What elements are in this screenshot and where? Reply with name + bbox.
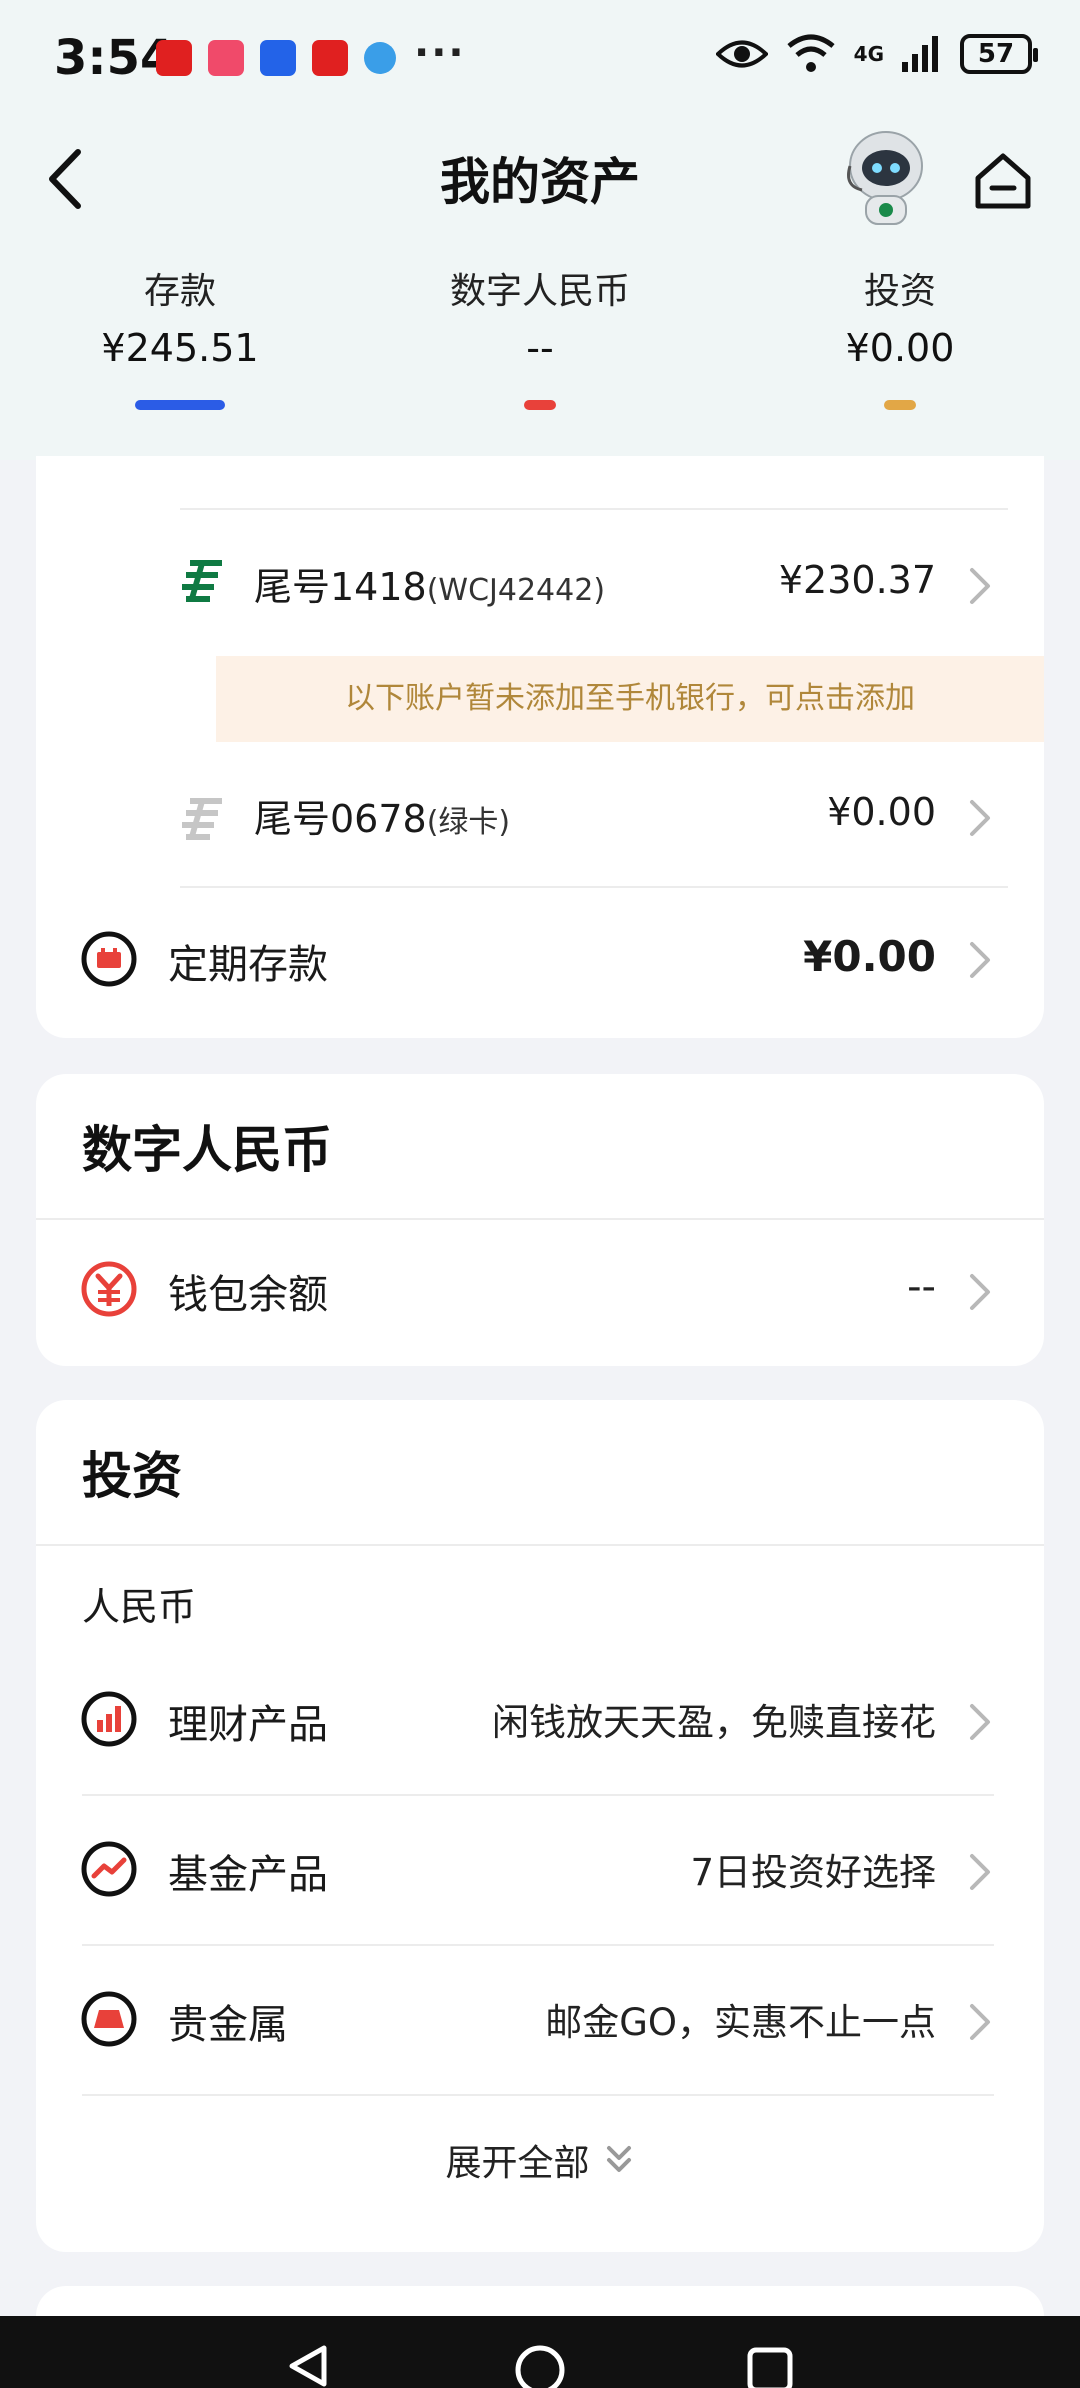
divider <box>82 2094 994 2096</box>
tab-deposit[interactable]: 存款 ¥245.51 <box>80 262 280 410</box>
wifi-icon <box>787 34 835 72</box>
fund-product-desc: 7日投资好选择 <box>690 1851 936 1894</box>
fixed-deposit-icon <box>81 931 137 987</box>
tab-digital-rmb-label: 数字人民币 <box>449 271 630 312</box>
account-row-0678[interactable]: 尾号0678(绿卡) ¥0.00 <box>36 742 1044 882</box>
robot-avatar-icon[interactable] <box>840 126 932 230</box>
tab-digital-rmb-value: -- <box>526 326 554 370</box>
chevron-right-icon <box>970 1704 990 1740</box>
add-account-notice[interactable]: 以下账户暂未添加至手机银行，可点击添加 <box>216 656 1044 742</box>
chevron-right-icon <box>970 800 990 836</box>
chevron-right-icon <box>970 942 990 978</box>
tab-deposit-value: ¥245.51 <box>101 326 259 370</box>
tab-digital-rmb-indicator <box>524 400 556 410</box>
fund-product-icon <box>81 1841 137 1897</box>
voice-app-icon <box>260 40 296 76</box>
account-row-1418[interactable]: 尾号1418(WCJ42442) ¥230.37 <box>36 510 1044 660</box>
more-notifications-icon: ··· <box>414 30 466 76</box>
signal-icon <box>902 36 938 72</box>
wealth-product-icon <box>81 1691 137 1747</box>
fund-product-label: 基金产品 <box>168 1852 328 1898</box>
status-indicators: 4G 57 <box>715 34 1038 74</box>
huawei-app-icon <box>156 40 192 76</box>
postal-bank-logo-icon <box>182 798 222 840</box>
expand-all-label: 展开全部 <box>445 2143 590 2184</box>
investment-title: 投资 <box>82 1447 182 1505</box>
wallet-balance-row[interactable]: 钱包余额 -- <box>36 1220 1044 1360</box>
account-amount: ¥0.00 <box>827 790 936 834</box>
chevron-right-icon <box>970 1854 990 1890</box>
digital-rmb-card: 数字人民币 钱包余额 -- <box>36 1074 1044 1366</box>
chevron-right-icon <box>970 1274 990 1310</box>
precious-metal-row[interactable]: 贵金属 邮金GO，实惠不止一点 <box>36 1946 1044 2094</box>
fixed-deposit-amount: ¥0.00 <box>803 932 936 981</box>
battery-icon: 57 <box>960 34 1038 74</box>
huawei-app-icon <box>312 40 348 76</box>
deposit-card: 尾号1418(WCJ42442) ¥230.37 以下账户暂未添加至手机银行，可… <box>36 456 1044 1038</box>
chevron-right-icon <box>970 2004 990 2040</box>
precious-metal-label: 贵金属 <box>168 2002 288 2048</box>
divider <box>36 1544 1044 1546</box>
fixed-deposit-label: 定期存款 <box>168 942 328 988</box>
digital-rmb-title: 数字人民币 <box>82 1121 332 1179</box>
wallet-balance-label: 钱包余额 <box>168 1272 328 1318</box>
account-label: 尾号0678(绿卡) <box>254 788 510 843</box>
double-chevron-down-icon <box>606 2146 631 2172</box>
system-navigation-bar <box>0 2316 1080 2388</box>
fund-product-row[interactable]: 基金产品 7日投资好选择 <box>36 1796 1044 1944</box>
postal-bank-logo-icon <box>182 560 222 602</box>
currency-label: 人民币 <box>82 1585 197 1629</box>
tab-investment-label: 投资 <box>863 271 936 312</box>
account-amount: ¥230.37 <box>778 558 936 602</box>
nav-home-icon[interactable] <box>512 2342 568 2388</box>
investment-card: 投资 人民币 理财产品 闲钱放天天盈，免赎直接花 基金产品 7日投资好选择 贵金… <box>36 1400 1044 2252</box>
tab-investment-value: ¥0.00 <box>845 326 955 370</box>
gold-bar-icon <box>81 1991 137 2047</box>
browser-icon <box>364 42 396 74</box>
tab-investment[interactable]: 投资 ¥0.00 <box>800 262 1000 410</box>
tab-investment-indicator <box>884 400 916 410</box>
account-tail: 尾号1418 <box>254 565 427 609</box>
nav-back-icon[interactable] <box>284 2344 332 2388</box>
expand-all-button[interactable]: 展开全部 <box>36 2100 1044 2220</box>
header: 我的资产 存款 ¥245.51 数字人民币 -- 投资 ¥0.00 <box>0 120 1080 460</box>
fixed-deposit-row[interactable]: 定期存款 ¥0.00 <box>36 888 1044 1028</box>
account-tail: 尾号0678 <box>254 797 427 841</box>
tab-deposit-label: 存款 <box>143 271 216 312</box>
chevron-right-icon <box>970 568 990 604</box>
nav-recents-icon[interactable] <box>746 2346 794 2388</box>
account-name: (WCJ42442) <box>426 573 606 608</box>
account-label: 尾号1418(WCJ42442) <box>254 556 605 611</box>
precious-metal-desc: 邮金GO，实惠不止一点 <box>545 2001 936 2044</box>
account-name: (绿卡) <box>426 805 511 840</box>
wallet-balance-value: -- <box>907 1264 936 1310</box>
wealth-product-desc: 闲钱放天天盈，免赎直接花 <box>492 1701 936 1744</box>
tab-digital-rmb[interactable]: 数字人民币 -- <box>420 262 660 410</box>
status-bar: 3:54 ··· 4G 57 <box>0 0 1080 120</box>
digital-yuan-icon <box>81 1261 137 1317</box>
618-app-icon <box>208 40 244 76</box>
wealth-product-row[interactable]: 理财产品 闲钱放天天盈，免赎直接花 <box>36 1646 1044 1794</box>
home-button[interactable] <box>970 148 1036 214</box>
network-type: 4G <box>853 42 884 66</box>
wealth-product-label: 理财产品 <box>168 1702 328 1748</box>
eye-icon <box>715 40 768 68</box>
tab-deposit-indicator <box>135 400 225 410</box>
